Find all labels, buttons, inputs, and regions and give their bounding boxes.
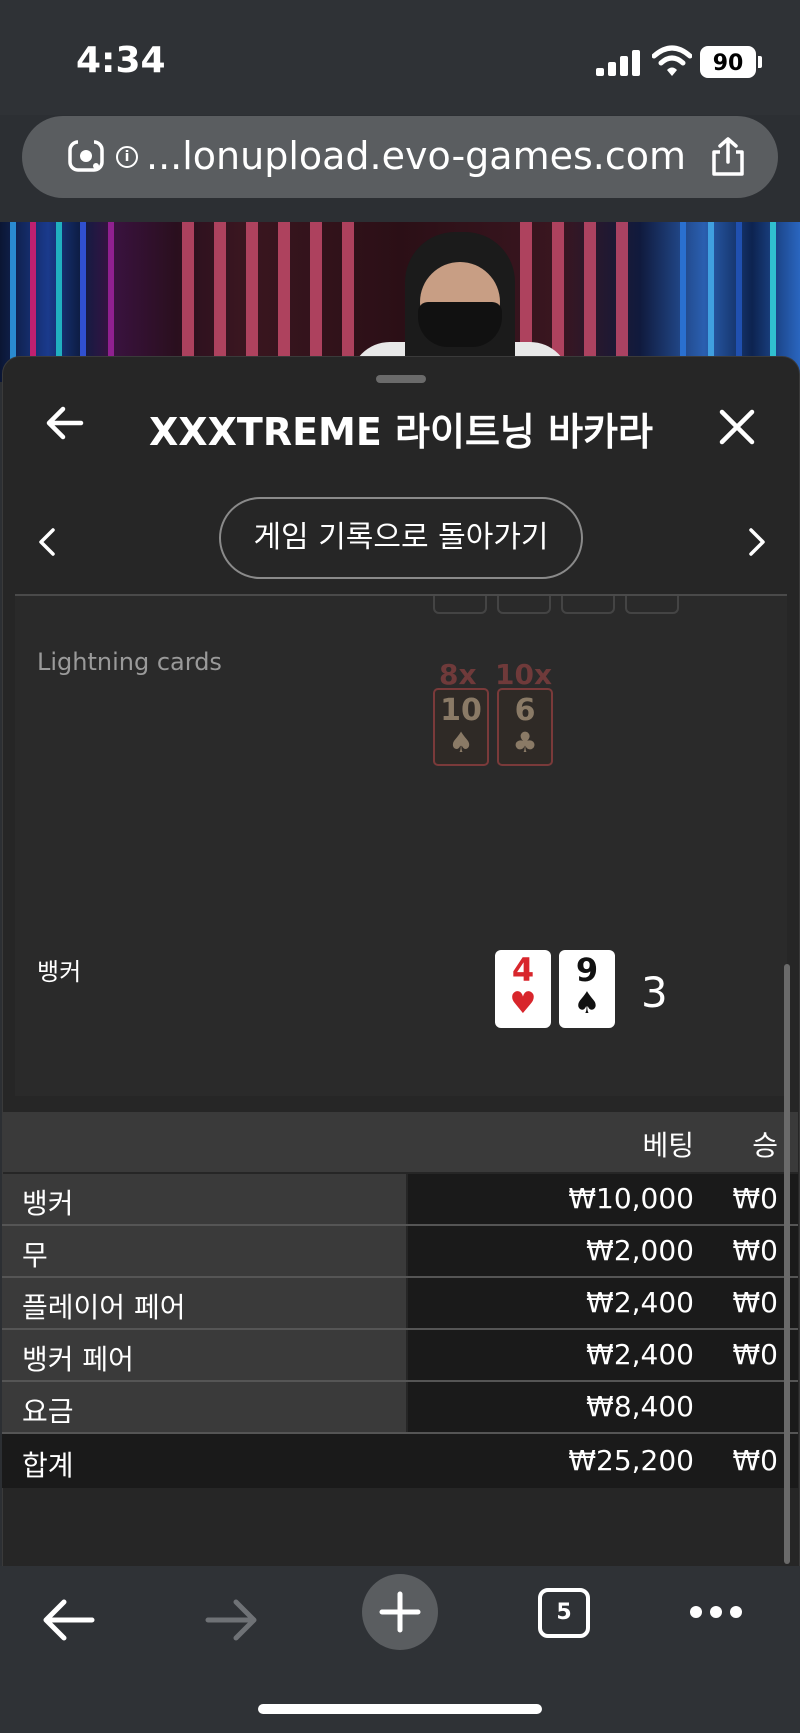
bet-amount: ₩2,400 — [586, 1338, 694, 1371]
chevron-right-icon[interactable] — [747, 527, 767, 557]
column-header-win: 승 — [752, 1129, 778, 1162]
heart-icon: ♥ — [509, 986, 537, 1021]
more-menu-icon[interactable] — [690, 1606, 742, 1618]
home-indicator — [258, 1704, 542, 1714]
card-rank: 9 — [575, 951, 599, 989]
win-amount: ₩0 — [732, 1286, 779, 1319]
plus-icon — [379, 1591, 421, 1633]
cellular-signal-icon — [596, 50, 640, 76]
scrollbar[interactable] — [784, 964, 790, 1564]
banker-card: 4 ♥ — [495, 950, 551, 1028]
card-rank: 6 — [514, 693, 536, 728]
total-bet: ₩25,200 — [568, 1444, 694, 1477]
card-rank: 4 — [511, 951, 535, 989]
card-rank: 10 — [440, 693, 482, 728]
drag-handle[interactable] — [376, 375, 426, 383]
club-icon: ♣ — [512, 726, 538, 759]
clock: 4:34 — [76, 40, 166, 81]
bet-amount: ₩2,400 — [586, 1286, 694, 1319]
spade-icon: ♠ — [448, 726, 474, 759]
total-win: ₩0 — [732, 1444, 779, 1477]
share-icon[interactable] — [708, 136, 748, 178]
spade-icon: ♠ — [573, 986, 601, 1021]
bet-label: 뱅커 — [22, 1187, 74, 1220]
lightning-multiplier: 8x — [439, 658, 477, 691]
table-row: 요금 ₩8,400 — [2, 1382, 798, 1432]
bet-amount: ₩8,400 — [586, 1390, 694, 1423]
address-bar[interactable]: i ...lonupload.evo-games.com — [22, 116, 778, 198]
win-amount: ₩0 — [732, 1182, 779, 1215]
partial-card — [497, 596, 551, 614]
table-row: 뱅커 페어 ₩2,400 ₩0 — [2, 1330, 798, 1380]
banker-label: 뱅커 — [37, 958, 82, 986]
total-label: 합계 — [22, 1449, 74, 1482]
partial-card — [433, 596, 487, 614]
back-icon[interactable] — [40, 1598, 96, 1642]
lightning-card: 10 ♠ — [433, 688, 489, 766]
dealer-mask — [418, 302, 502, 347]
win-amount: ₩0 — [732, 1234, 779, 1267]
browser-toolbar: 5 — [0, 1566, 800, 1733]
bet-amount: ₩10,000 — [568, 1182, 694, 1215]
banker-score: 3 — [641, 968, 668, 1017]
battery-icon: 90 — [700, 46, 756, 78]
win-amount: ₩0 — [732, 1338, 779, 1371]
new-tab-button[interactable] — [362, 1574, 438, 1650]
game-result-panel: Lightning cards 8x 10x 10 ♠ 6 ♣ 뱅커 4 ♥ 9… — [15, 596, 787, 1096]
lightning-card: 6 ♣ — [497, 688, 553, 766]
bet-label: 플레이어 페어 — [22, 1291, 186, 1324]
status-bar: 4:34 90 — [0, 0, 800, 115]
url-text[interactable]: ...lonupload.evo-games.com — [146, 134, 686, 178]
table-total-row: 합계 ₩25,200 ₩0 — [2, 1434, 798, 1488]
close-icon[interactable] — [719, 409, 755, 445]
site-info-icon[interactable]: i — [116, 146, 138, 168]
sheet-title: XXXTREME 라이트닝 바카라 — [149, 410, 653, 454]
banker-card: 9 ♠ — [559, 950, 615, 1028]
lightning-multiplier: 10x — [495, 658, 553, 691]
battery-tip — [758, 56, 762, 68]
bet-amount: ₩2,000 — [586, 1234, 694, 1267]
table-row: 플레이어 페어 ₩2,400 ₩0 — [2, 1278, 798, 1328]
table-row: 무 ₩2,000 ₩0 — [2, 1226, 798, 1276]
forward-icon[interactable] — [204, 1598, 260, 1642]
table-header: 베팅 승 — [2, 1112, 798, 1172]
partial-card — [561, 596, 615, 614]
lightning-cards-label: Lightning cards — [37, 648, 222, 676]
tab-switcher-button[interactable]: 5 — [538, 1588, 590, 1638]
back-to-history-button[interactable]: 게임 기록으로 돌아가기 — [219, 497, 583, 579]
partial-card — [625, 596, 679, 614]
column-header-bet: 베팅 — [642, 1129, 694, 1162]
chevron-left-icon[interactable] — [37, 527, 57, 557]
bet-label: 뱅커 페어 — [22, 1343, 134, 1376]
table-row: 뱅커 ₩10,000 ₩0 — [2, 1174, 798, 1224]
bet-label: 무 — [22, 1239, 48, 1272]
wifi-icon — [652, 45, 692, 76]
bet-label: 요금 — [22, 1395, 74, 1428]
lens-icon[interactable] — [66, 136, 106, 176]
